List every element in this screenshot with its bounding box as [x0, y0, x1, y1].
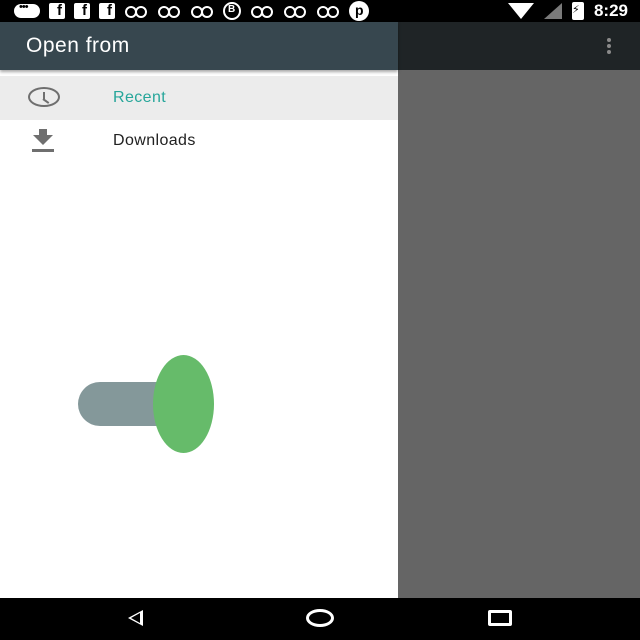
drawer-item-downloads[interactable]: Downloads — [0, 119, 398, 163]
chat-bubble-icon — [14, 1, 40, 18]
home-icon[interactable] — [306, 609, 334, 627]
main-toolbar — [398, 22, 640, 70]
status-bar: 8:29 — [0, 0, 640, 22]
loop-icon — [124, 4, 148, 18]
wifi-icon — [507, 3, 534, 19]
status-time: 8:29 — [593, 1, 628, 20]
navigation-bar — [0, 598, 640, 640]
drawer-item-recent[interactable]: Recent — [0, 76, 398, 120]
loop-icon — [283, 4, 307, 18]
facebook-icon — [49, 2, 65, 19]
recents-icon[interactable] — [488, 610, 512, 626]
loop-icon — [157, 4, 181, 18]
drawer-item-label: Recent — [113, 89, 167, 106]
b-circle-icon — [223, 2, 241, 20]
overflow-menu-icon[interactable] — [606, 38, 612, 56]
signal-icon — [543, 3, 562, 19]
drawer-item-label: Downloads — [113, 132, 196, 149]
navigation-drawer: Open from Recent Downloads — [0, 22, 398, 598]
loop-icon — [190, 4, 214, 18]
pinterest-icon — [349, 1, 369, 21]
download-icon — [28, 129, 60, 153]
clock-icon — [28, 86, 60, 110]
illustration-head — [153, 355, 214, 453]
main-content-scrim[interactable] — [398, 22, 640, 598]
loop-icon — [250, 4, 274, 18]
facebook-icon — [99, 2, 115, 19]
system-icons: 8:29 — [507, 1, 628, 20]
loop-icon — [316, 4, 340, 18]
empty-state-illustration — [78, 355, 218, 455]
back-icon[interactable] — [128, 610, 143, 626]
drawer-title: Open from — [26, 34, 130, 57]
battery-charging-icon — [571, 2, 584, 20]
facebook-icon — [74, 2, 90, 19]
notification-icons — [14, 1, 369, 21]
drawer-header: Open from — [0, 22, 398, 70]
